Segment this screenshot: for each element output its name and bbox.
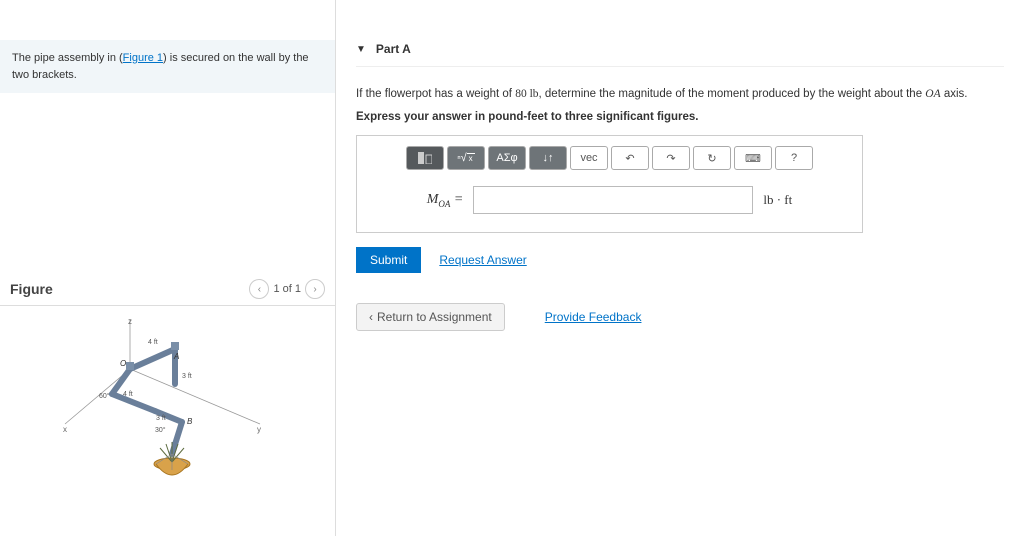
dim-3ft-low: 3 ft xyxy=(156,415,166,422)
equation-toolbar: ⁿ√x ΑΣφ ↓↑ vec ↶ ↷ ↻ ⌨ ? xyxy=(367,146,852,170)
figure-pagination: ‹ 1 of 1 › xyxy=(249,279,325,299)
submit-button[interactable]: Submit xyxy=(356,247,421,273)
point-A-label: A xyxy=(173,352,179,361)
part-a-title: Part A xyxy=(376,42,411,56)
axis-x-label: x xyxy=(63,425,67,434)
angle-30: 30° xyxy=(155,426,166,434)
vec-button[interactable]: vec xyxy=(570,146,608,170)
axis-z-label: z xyxy=(128,317,132,326)
chevron-left-icon: ‹ xyxy=(369,310,373,324)
request-answer-link[interactable]: Request Answer xyxy=(439,253,526,267)
point-B-label: B xyxy=(187,417,193,426)
redo-button[interactable]: ↷ xyxy=(652,146,690,170)
figure-page-label: 1 of 1 xyxy=(273,283,301,295)
keyboard-button[interactable]: ⌨ xyxy=(734,146,772,170)
dim-4ft-top: 4 ft xyxy=(148,339,158,346)
sqrt-button[interactable]: ⁿ√x xyxy=(447,146,485,170)
figure-link[interactable]: Figure 1 xyxy=(123,52,163,64)
greek-button[interactable]: ΑΣφ xyxy=(488,146,526,170)
undo-button[interactable]: ↶ xyxy=(611,146,649,170)
template-button[interactable] xyxy=(406,146,444,170)
next-figure-button[interactable]: › xyxy=(305,279,325,299)
figure-image: z x y A B xyxy=(0,306,335,497)
answer-widget: ⁿ√x ΑΣφ ↓↑ vec ↶ ↷ ↻ ⌨ ? MOA = lb · ft xyxy=(356,135,863,233)
problem-statement: The pipe assembly in (Figure 1) is secur… xyxy=(0,40,335,93)
reset-button[interactable]: ↻ xyxy=(693,146,731,170)
provide-feedback-link[interactable]: Provide Feedback xyxy=(545,310,642,324)
part-a-header[interactable]: ▼ Part A xyxy=(356,28,1004,67)
return-button[interactable]: ‹ Return to Assignment xyxy=(356,303,505,331)
collapse-icon: ▼ xyxy=(356,44,366,55)
dim-4ft-mid: 4 ft xyxy=(123,391,133,398)
variable-label: MOA = xyxy=(427,192,464,209)
point-O-label: O xyxy=(120,359,126,368)
help-button[interactable]: ? xyxy=(775,146,813,170)
answer-input[interactable] xyxy=(473,186,753,214)
angle-60: 60° xyxy=(99,392,110,400)
unit-label: lb · ft xyxy=(763,192,792,208)
figure-heading: Figure xyxy=(10,281,53,297)
answer-instruction: Express your answer in pound-feet to thr… xyxy=(356,111,1004,123)
scripts-button[interactable]: ↓↑ xyxy=(529,146,567,170)
question-text: If the flowerpot has a weight of 80 lb, … xyxy=(356,85,1004,103)
axis-y-label: y xyxy=(257,425,261,434)
problem-text-pre: The pipe assembly in ( xyxy=(12,52,123,64)
dim-3ft-right: 3 ft xyxy=(182,373,192,380)
prev-figure-button[interactable]: ‹ xyxy=(249,279,269,299)
